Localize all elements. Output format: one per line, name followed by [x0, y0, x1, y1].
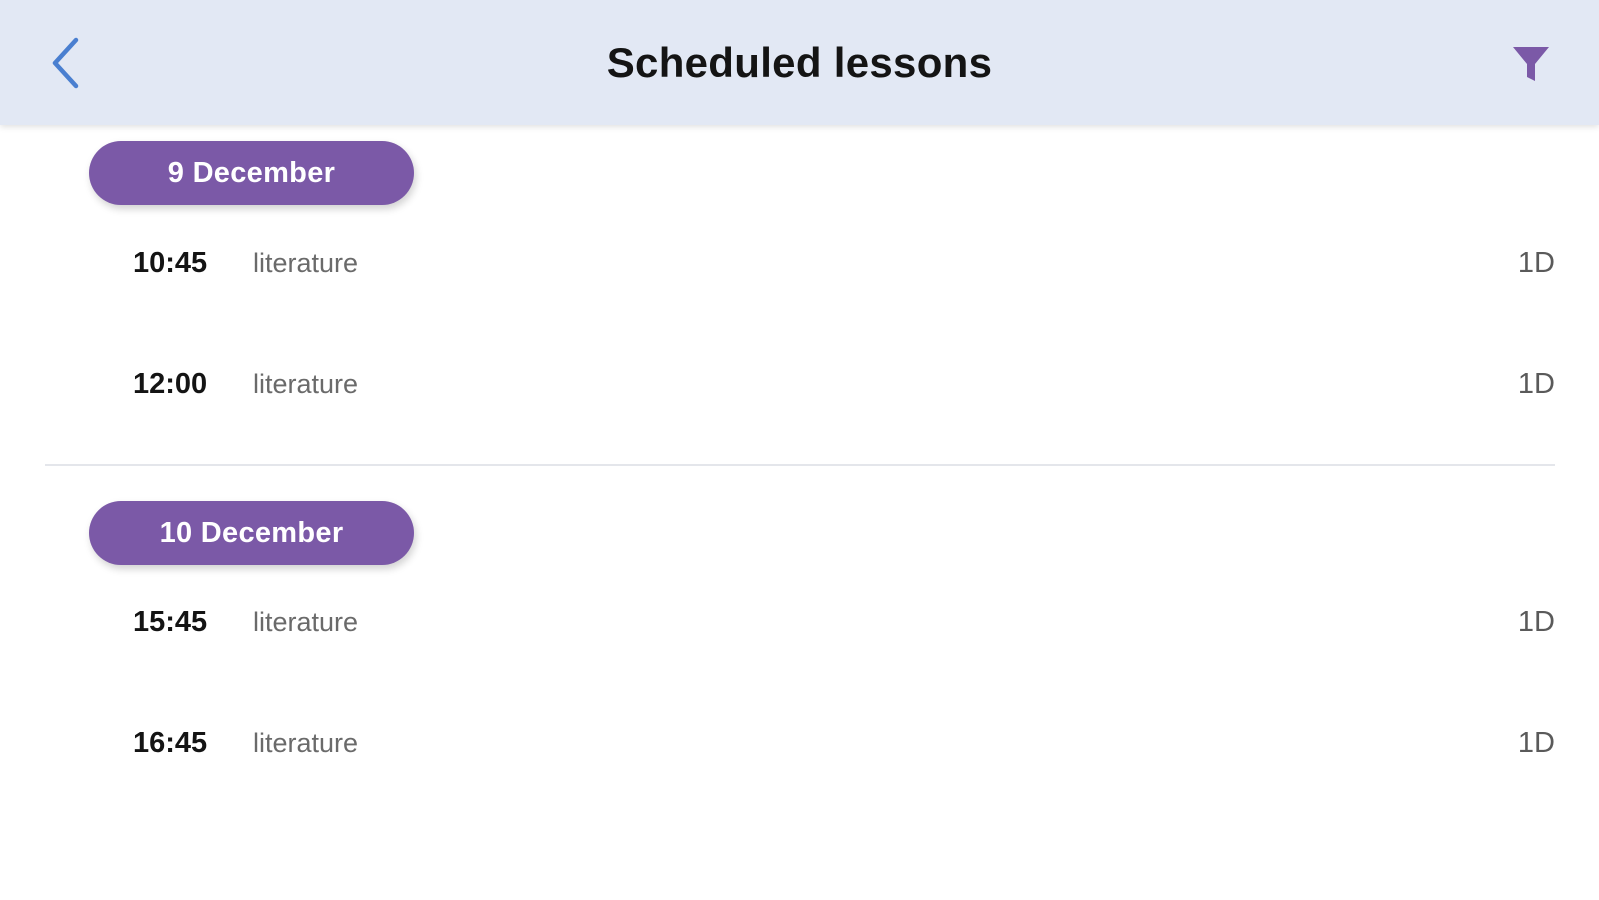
page-title: Scheduled lessons — [606, 38, 993, 86]
lesson-subject: literature — [253, 606, 359, 637]
lesson-subject: literature — [253, 368, 359, 399]
date-badge: 9 December — [89, 141, 414, 205]
lesson-row[interactable]: 15:45 literature 1D — [0, 577, 1599, 667]
lesson-subject: literature — [253, 247, 359, 278]
lesson-time: 15:45 — [133, 605, 208, 638]
date-badge: 10 December — [89, 501, 414, 565]
lesson-time: 12:00 — [133, 367, 208, 400]
lesson-time: 10:45 — [133, 246, 208, 279]
lesson-row[interactable]: 16:45 literature 1D — [0, 698, 1599, 788]
lesson-class: 1D — [1517, 367, 1555, 400]
filter-icon — [1513, 47, 1549, 81]
filter-button[interactable] — [1503, 36, 1559, 92]
lesson-time: 16:45 — [133, 726, 208, 759]
lesson-list: 9 December 10:45 literature 1D 12:00 lit… — [0, 125, 1599, 900]
lesson-class: 1D — [1517, 726, 1555, 759]
app-header: Scheduled lessons — [0, 0, 1599, 125]
lesson-subject: literature — [253, 727, 359, 758]
lesson-class: 1D — [1517, 246, 1555, 279]
lesson-row[interactable]: 12:00 literature 1D — [0, 339, 1599, 429]
section-divider — [45, 464, 1555, 466]
lesson-class: 1D — [1517, 605, 1555, 638]
lesson-row[interactable]: 10:45 literature 1D — [0, 218, 1599, 308]
